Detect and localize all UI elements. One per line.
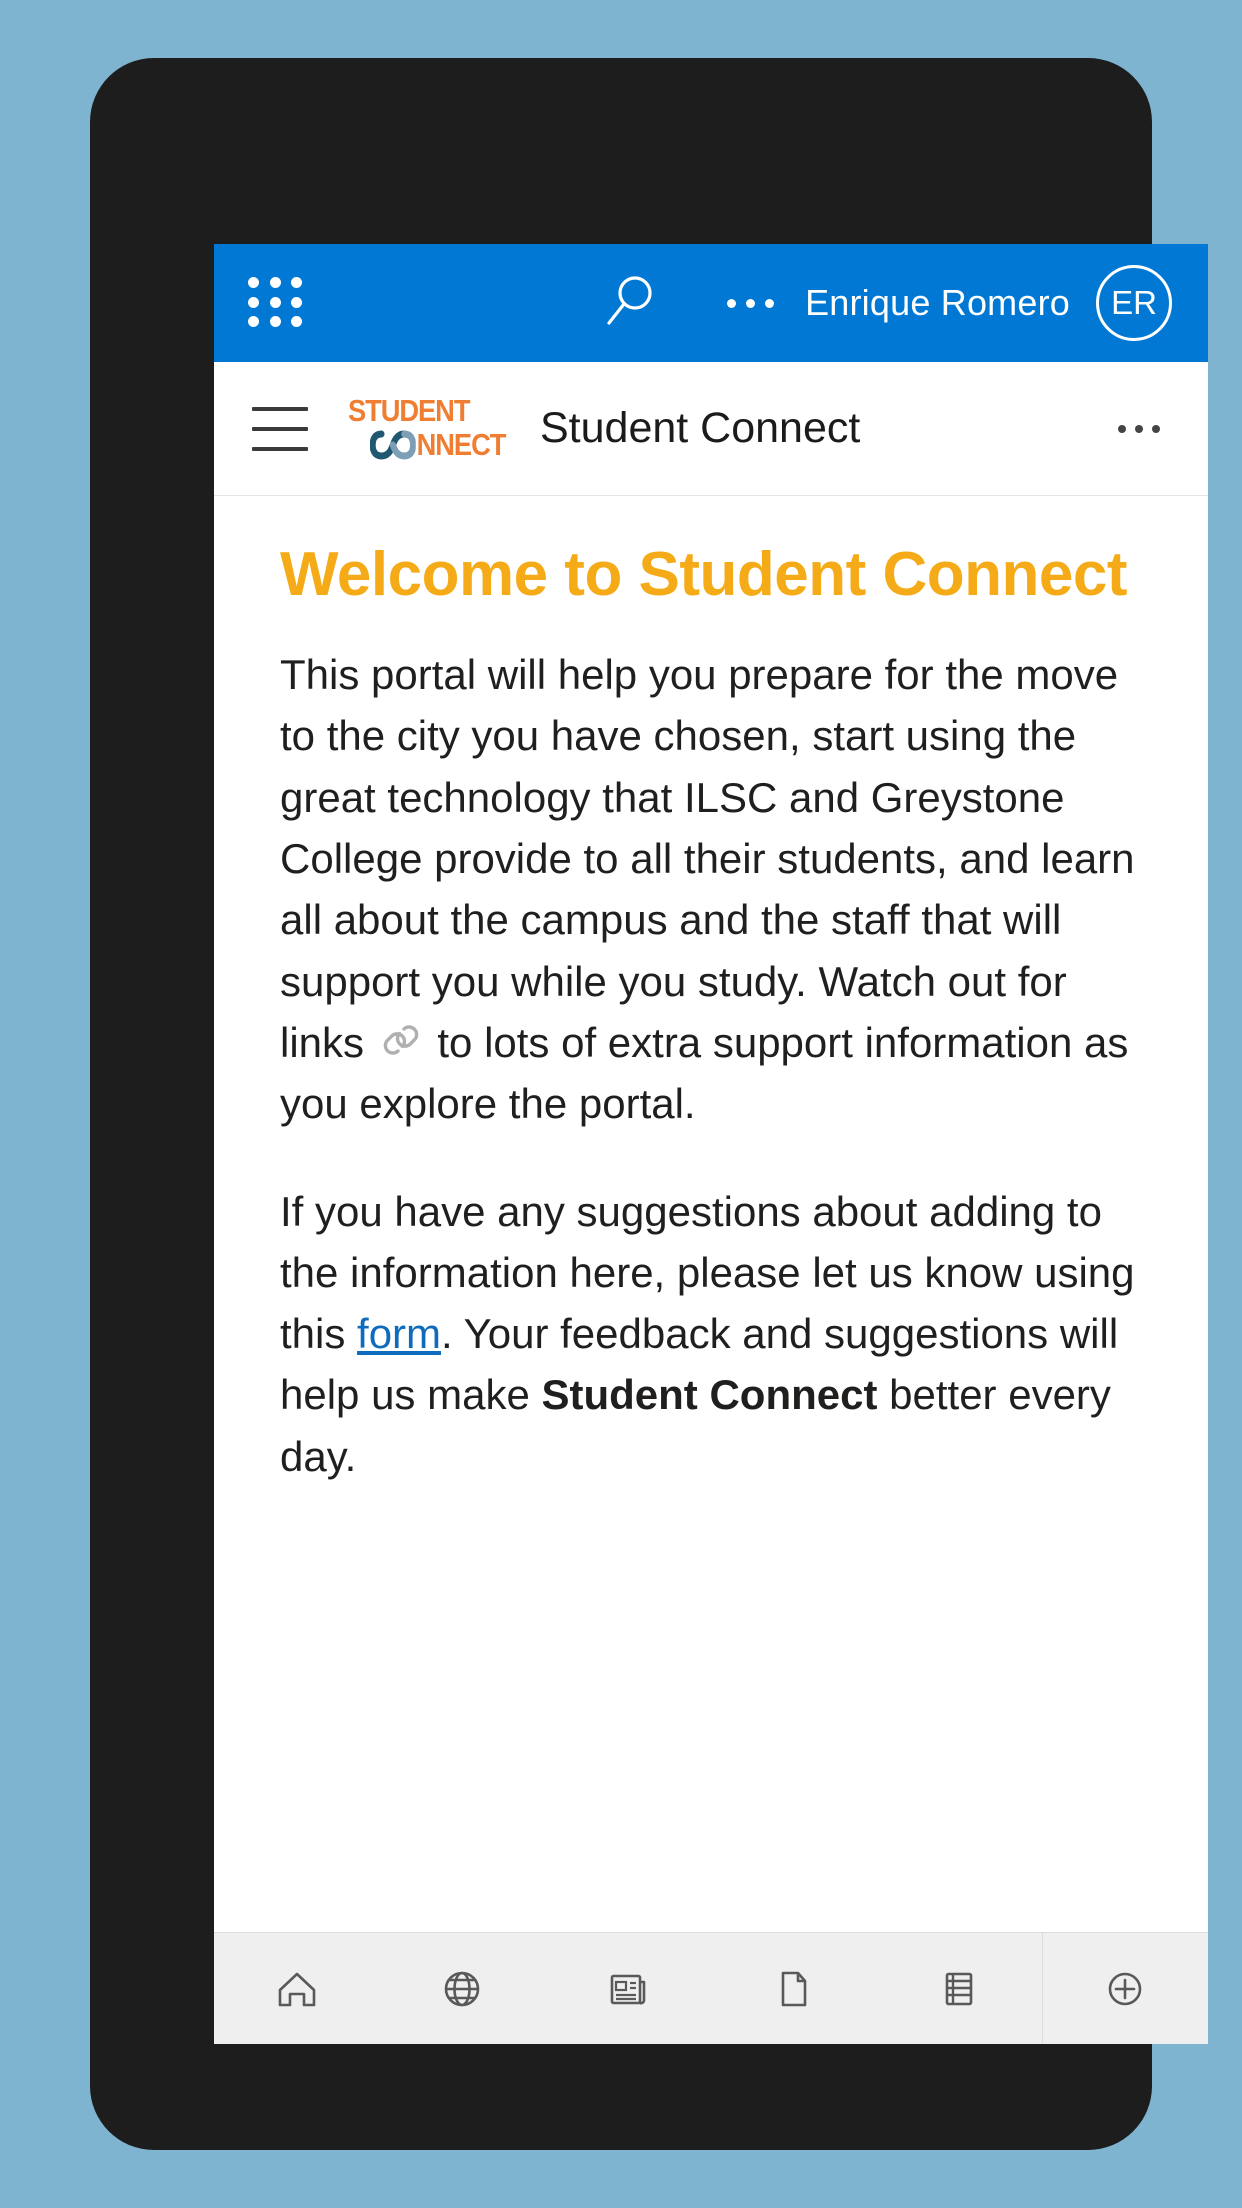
list-icon bbox=[945, 1972, 973, 2005]
bottom-item-pages[interactable] bbox=[711, 1933, 877, 2045]
waffle-dot bbox=[291, 277, 303, 288]
waffle-dot bbox=[269, 277, 281, 288]
waffle-dot bbox=[291, 316, 303, 328]
waffle-dot bbox=[248, 296, 259, 308]
chain-link-emoji bbox=[383, 1025, 418, 1055]
globe-icon bbox=[444, 1971, 480, 2006]
waffle-dot bbox=[248, 277, 259, 288]
hamburger-line bbox=[252, 446, 308, 451]
bottom-item-home[interactable] bbox=[214, 1933, 380, 2045]
suite-header-bar: Enrique Romero ER bbox=[214, 244, 1208, 362]
logo-line-student: STUDENT bbox=[348, 392, 470, 428]
intro-paragraph: This portal will help you prepare for th… bbox=[280, 644, 1146, 1135]
waffle-dot bbox=[291, 296, 303, 308]
bottom-item-add[interactable] bbox=[1043, 1933, 1209, 2045]
form-link[interactable]: form bbox=[357, 1310, 441, 1357]
ellipsis-dot bbox=[745, 298, 755, 308]
page-content: Welcome to Student Connect This portal w… bbox=[214, 496, 1208, 1932]
waffle-dot bbox=[248, 316, 259, 328]
ellipsis-dot bbox=[1152, 424, 1160, 433]
feedback-bold-brand: Student Connect bbox=[541, 1371, 878, 1419]
welcome-heading: Welcome to Student Connect bbox=[280, 540, 1128, 609]
ellipsis-dot bbox=[764, 298, 774, 308]
screenshot-stage: Enrique Romero ER STUDENT NNECT Student … bbox=[0, 0, 1242, 2208]
waffle-dot bbox=[269, 316, 281, 328]
search-button[interactable] bbox=[565, 244, 695, 362]
bottom-toolbar bbox=[214, 1932, 1208, 2044]
bottom-item-news[interactable] bbox=[545, 1933, 711, 2045]
news-icon bbox=[610, 1974, 646, 2004]
bottom-item-site[interactable] bbox=[380, 1933, 546, 2045]
suite-more-button[interactable] bbox=[695, 298, 805, 308]
add-icon bbox=[1108, 1972, 1142, 2005]
home-icon bbox=[278, 1972, 316, 2006]
page-title[interactable]: Student Connect bbox=[540, 404, 860, 453]
page-icon bbox=[781, 1971, 807, 2006]
site-logo[interactable]: STUDENT NNECT bbox=[342, 393, 518, 465]
feedback-paragraph: If you have any suggestions about adding… bbox=[280, 1181, 1146, 1488]
logo-connect-suffix: NNECT bbox=[416, 426, 507, 462]
bottom-item-lists[interactable] bbox=[876, 1933, 1042, 2045]
phone-device-frame: Enrique Romero ER STUDENT NNECT Student … bbox=[90, 58, 1208, 2150]
app-launcher-waffle-icon[interactable] bbox=[248, 277, 306, 329]
search-icon bbox=[607, 276, 652, 325]
phone-screen: Enrique Romero ER STUDENT NNECT Student … bbox=[214, 244, 1208, 2044]
ellipsis-dot bbox=[1118, 424, 1126, 433]
ellipsis-dot bbox=[1135, 424, 1143, 433]
logo-line-connect: NNECT bbox=[370, 426, 507, 463]
intro-paragraph-part1: This portal will help you prepare for th… bbox=[280, 651, 1135, 1066]
hamburger-line bbox=[252, 426, 308, 431]
hamburger-menu-icon[interactable] bbox=[252, 406, 308, 451]
ellipsis-dot bbox=[726, 298, 736, 308]
infinity-icon bbox=[370, 430, 416, 460]
site-more-button[interactable] bbox=[1118, 424, 1160, 433]
waffle-dot bbox=[269, 296, 281, 308]
avatar[interactable]: ER bbox=[1096, 265, 1172, 341]
hamburger-line bbox=[252, 406, 308, 411]
user-name-label[interactable]: Enrique Romero bbox=[805, 282, 1070, 324]
site-header-bar: STUDENT NNECT Student Connect bbox=[214, 362, 1208, 496]
